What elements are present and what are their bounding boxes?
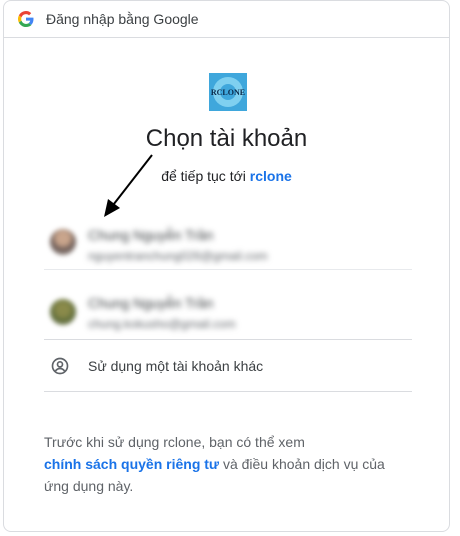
account-item[interactable]: Chung Nguyễn Trần chung.kokusho@gmail.co…: [44, 277, 412, 340]
header-bar: Đăng nhập bằng Google: [4, 1, 449, 38]
policy-text-2: và điều khoản dịch vụ của: [222, 456, 385, 472]
policy-text-1: Trước khi sử dụng rclone, bạn có thể xem: [44, 434, 305, 450]
account-name: Chung Nguyễn Trần: [88, 227, 214, 243]
account-circle-icon: [51, 357, 69, 375]
account-name: Chung Nguyễn Trần: [88, 295, 214, 311]
page-subtitle: để tiếp tục tới rclone: [4, 168, 449, 184]
page-title: Chọn tài khoản: [145, 125, 308, 152]
privacy-policy-link[interactable]: chính sách quyền riêng tư: [44, 456, 219, 472]
avatar: [50, 299, 76, 325]
avatar: [50, 229, 76, 255]
rclone-logo-text: RCLONE: [211, 88, 245, 97]
header-title: Đăng nhập bằng Google: [46, 11, 199, 27]
account-email: chung.kokusho@gmail.com: [88, 317, 236, 331]
subtitle-prefix: để tiếp tục tới: [161, 168, 246, 184]
account-email: nguyentranchung026@gmail.com: [88, 249, 268, 263]
policy-text-3: ứng dụng này.: [44, 478, 134, 494]
google-g-icon: [18, 11, 34, 27]
rclone-logo-icon: RCLONE: [209, 73, 247, 111]
app-name-link[interactable]: rclone: [250, 168, 292, 184]
account-item[interactable]: Chung Nguyễn Trần nguyentranchung026@gma…: [44, 213, 412, 270]
policy-notice: Trước khi sử dụng rclone, bạn có thể xem…: [44, 431, 416, 497]
sign-in-card: Đăng nhập bằng Google RCLONE Chọn tài kh…: [3, 0, 450, 532]
use-another-account-label: Sử dụng một tài khoản khác: [88, 358, 264, 374]
use-another-account-button[interactable]: Sử dụng một tài khoản khác: [44, 341, 412, 392]
